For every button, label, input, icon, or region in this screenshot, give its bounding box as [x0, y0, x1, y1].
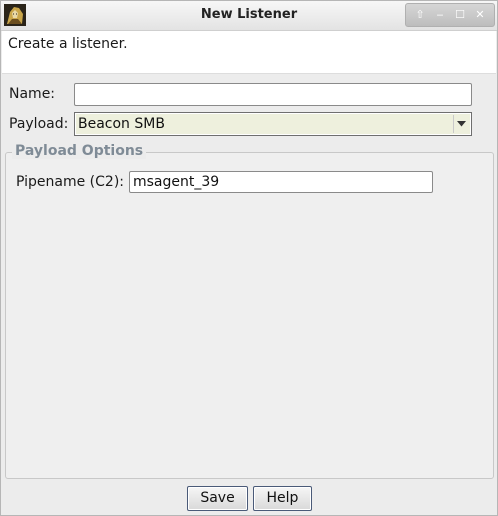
name-input[interactable]: [74, 83, 472, 106]
description-text: Create a listener.: [8, 36, 128, 52]
help-button[interactable]: Help: [253, 486, 312, 511]
payload-options-group: [5, 152, 494, 479]
up-arrow-icon[interactable]: ⇧: [412, 7, 428, 23]
minimize-icon[interactable]: ‒: [432, 7, 448, 23]
window-controls: ⇧ ‒ ☐ ✕: [405, 3, 495, 27]
payload-options-title: Payload Options: [12, 143, 147, 159]
payload-select[interactable]: Beacon SMB: [74, 112, 472, 136]
pipename-input[interactable]: [129, 171, 433, 193]
name-label: Name:: [9, 86, 56, 102]
close-icon[interactable]: ✕: [472, 7, 488, 23]
pipename-label: Pipename (C2):: [16, 174, 125, 190]
save-button[interactable]: Save: [187, 486, 248, 511]
description-panel: Create a listener.: [2, 31, 496, 74]
payload-selected-value: Beacon SMB: [78, 116, 165, 132]
payload-label: Payload:: [9, 116, 69, 132]
maximize-icon[interactable]: ☐: [452, 7, 468, 23]
chevron-down-icon[interactable]: [453, 115, 469, 133]
title-bar[interactable]: New Listener ⇧ ‒ ☐ ✕: [1, 1, 497, 31]
new-listener-dialog: New Listener ⇧ ‒ ☐ ✕ Create a listener. …: [0, 0, 498, 516]
